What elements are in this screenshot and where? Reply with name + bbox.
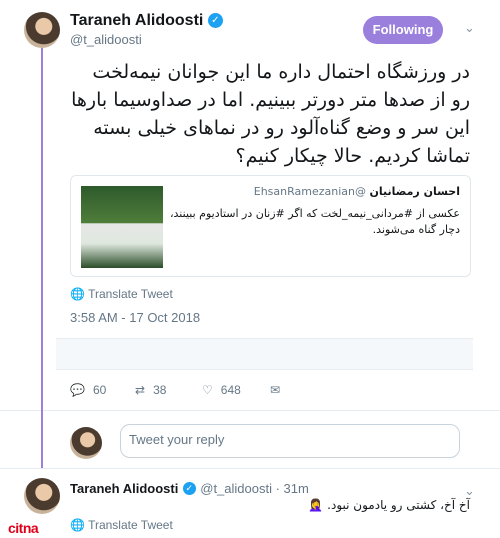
retweet-count: 38: [153, 383, 167, 397]
direct-message-action[interactable]: ✉: [270, 383, 280, 397]
reply-translate-link[interactable]: 🌐 Translate Tweet: [70, 518, 173, 532]
facepalm-emoji: 🤦‍♀️: [308, 498, 324, 512]
reply-input[interactable]: Tweet your reply: [120, 424, 460, 458]
reply-placeholder: Tweet your reply: [129, 432, 225, 447]
retweet-action[interactable]: ⇄ 38: [135, 383, 166, 397]
reply-icon: 💬: [70, 383, 85, 397]
retweet-icon: ⇄: [135, 383, 146, 397]
translate-tweet-link[interactable]: 🌐 Translate Tweet: [70, 287, 173, 301]
author-info: Taraneh Alidoosti ✓: [70, 12, 223, 30]
reply-text-line: آخ آخ، کشتی رو یادمون نبود. 🤦‍♀️: [70, 496, 470, 514]
globe-icon: 🌐: [70, 287, 85, 301]
like-count: 648: [220, 383, 241, 397]
reply-action[interactable]: 💬 60: [70, 383, 106, 397]
reply-author-name[interactable]: Taraneh Alidoosti: [70, 481, 178, 496]
quoted-author-handle: @EhsanRamezanian: [253, 185, 366, 198]
thread-connector: [41, 48, 43, 468]
globe-icon: 🌐: [70, 518, 85, 532]
quoted-tweet-text: عکسی از #مردانی_نیمه_لخت که اگر #زنان در…: [169, 207, 460, 236]
quoted-author-line: احسان رمضانیان @EhsanRamezanian: [170, 184, 460, 200]
citna-logo: citna: [8, 520, 39, 536]
heart-icon: ♡: [202, 383, 213, 397]
quoted-author-name: احسان رمضانیان: [369, 185, 461, 198]
author-name[interactable]: Taraneh Alidoosti: [70, 12, 203, 29]
quoted-tweet-image[interactable]: [81, 186, 163, 268]
like-action[interactable]: ♡ 648: [202, 383, 241, 397]
quoted-tweet[interactable]: احسان رمضانیان @EhsanRamezanian عکسی از …: [70, 175, 471, 277]
tweet-text: در ورزشگاه احتمال داره ما این جوانان نیم…: [71, 61, 470, 167]
author-avatar[interactable]: [24, 12, 60, 48]
verified-badge-icon: ✓: [207, 13, 223, 29]
envelope-icon: ✉: [270, 383, 281, 397]
verified-badge-icon: ✓: [182, 482, 196, 496]
reply-translate-label: Translate Tweet: [88, 518, 173, 532]
divider: [0, 468, 500, 469]
tweet-stats-bar: [56, 338, 473, 370]
tweet-timestamp[interactable]: 3:58 AM - 17 Oct 2018: [70, 310, 200, 325]
reply-count: 60: [92, 383, 107, 397]
divider: [0, 410, 500, 411]
author-handle[interactable]: @t_alidoosti: [70, 32, 142, 47]
reply-text: آخ آخ، کشتی رو یادمون نبود.: [327, 498, 470, 512]
current-user-avatar: [70, 427, 102, 459]
chevron-down-icon[interactable]: ⌄: [464, 20, 475, 36]
following-button[interactable]: Following: [363, 16, 443, 44]
reply-handle-time[interactable]: @t_alidoosti · 31m: [200, 481, 309, 496]
translate-label: Translate Tweet: [88, 287, 173, 301]
reply-author-avatar[interactable]: [24, 478, 60, 514]
